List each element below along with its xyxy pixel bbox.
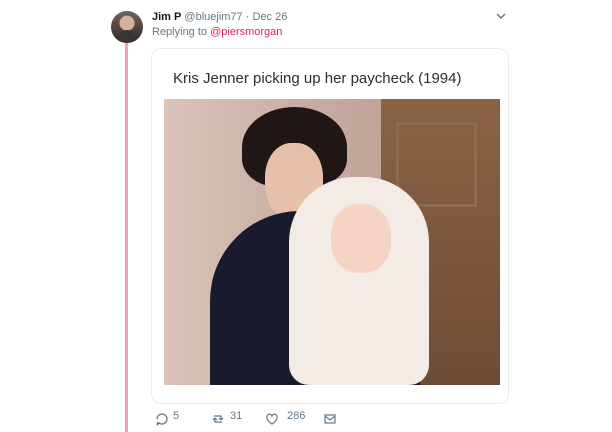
reply-icon[interactable]: [155, 412, 169, 426]
envelope-icon[interactable]: [323, 412, 337, 426]
photo-baby-face: [331, 204, 391, 273]
reply-count: 5: [173, 410, 180, 422]
card-title: Kris Jenner picking up her paycheck (199…: [173, 70, 462, 87]
display-name[interactable]: Jim P: [152, 11, 181, 23]
user-handle[interactable]: @bluejim77: [184, 11, 242, 23]
reply-mention-link[interactable]: @piersmorgan: [210, 26, 282, 38]
heart-icon[interactable]: [265, 412, 279, 426]
retweet-count: 31: [230, 410, 243, 422]
reply-prefix: Replying to: [152, 26, 208, 38]
thread-line: [125, 43, 128, 432]
tweet-date[interactable]: Dec 26: [252, 11, 287, 23]
reply-context: Replying to @piersmorgan: [152, 26, 282, 38]
like-count: 286: [287, 410, 306, 422]
photo[interactable]: [164, 99, 500, 385]
retweet-icon[interactable]: [211, 412, 225, 426]
date-separator: ·: [245, 11, 250, 23]
avatar[interactable]: [111, 11, 143, 43]
chevron-down-icon[interactable]: [495, 10, 507, 22]
